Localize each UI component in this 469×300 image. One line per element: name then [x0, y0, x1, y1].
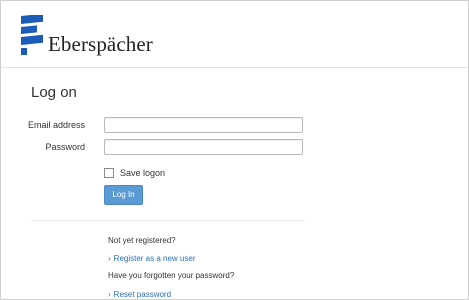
page-title: Log on	[31, 84, 77, 101]
chevron-right-icon: ›	[108, 254, 111, 263]
chevron-right-icon: ›	[108, 290, 111, 299]
password-field[interactable]	[104, 139, 303, 155]
forgot-password-text: Have you forgotten your password?	[108, 271, 235, 280]
brand-name: Eberspächer	[48, 32, 153, 56]
email-field[interactable]	[104, 117, 303, 133]
password-label: Password	[45, 142, 85, 152]
not-registered-text: Not yet registered?	[108, 236, 176, 245]
register-link[interactable]: › Register as a new user	[108, 254, 196, 263]
save-logon-checkbox[interactable]	[104, 168, 114, 178]
register-link-label[interactable]: Register as a new user	[114, 254, 196, 263]
save-logon-label[interactable]: Save logon	[120, 168, 165, 178]
save-logon-row[interactable]: Save logon	[104, 167, 165, 179]
login-panel: Log on Email address Password Save logon…	[1, 68, 468, 299]
divider	[31, 220, 305, 221]
reset-password-link[interactable]: › Reset password	[108, 290, 171, 299]
email-label: Email address	[27, 120, 85, 130]
eberspaecher-logo-icon[interactable]	[21, 15, 43, 55]
page-header: Eberspächer	[1, 1, 468, 68]
reset-password-link-label[interactable]: Reset password	[114, 290, 171, 299]
login-button[interactable]: Log In	[104, 185, 143, 205]
browser-frame: Eberspächer Log on Email address Passwor…	[0, 0, 469, 300]
